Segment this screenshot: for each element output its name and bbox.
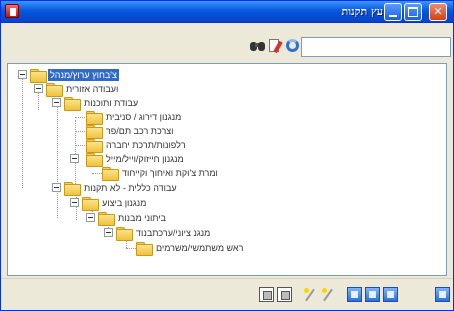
close-icon: ✕ <box>433 5 443 18</box>
properties-icon[interactable] <box>267 37 285 55</box>
tree-node[interactable]: מנגנון חייזוק/וייל/מייל <box>70 153 430 167</box>
window-title: עץ תקנות <box>341 5 383 18</box>
window-new-icon[interactable] <box>365 287 380 302</box>
collapse-toggle[interactable] <box>34 84 43 93</box>
binoculars-icon[interactable] <box>249 37 267 55</box>
close-button[interactable]: ✕ <box>429 3 447 21</box>
tree-node[interactable]: צ'ּבחוץ ערוץ/מנהל <box>18 69 438 83</box>
tree-node[interactable]: מנגנון ביצוע <box>70 197 430 211</box>
collapse-toggle[interactable] <box>104 228 113 237</box>
collapse-toggle[interactable] <box>86 213 95 222</box>
folder-icon <box>86 125 103 139</box>
search-input[interactable] <box>301 37 451 57</box>
tree-node-label: מנגנון ביצוע <box>102 198 147 208</box>
tree-node-label: וצרכת רכב תם/פר <box>106 126 174 136</box>
refresh-icon[interactable] <box>284 37 302 55</box>
folder-icon <box>30 69 47 83</box>
bottom-toolbar <box>1 278 453 310</box>
folder-icon <box>86 153 103 167</box>
tree-node[interactable]: עבודה כללית - לא תקנות <box>52 182 432 196</box>
tree-node-label: עבודת ותוכנות <box>84 98 139 108</box>
tree-node[interactable]: וצרכת רכב תם/פר <box>86 125 426 139</box>
tree-node-label: ראש משתמשי/משרמים <box>156 243 244 253</box>
collapse-toggle[interactable] <box>18 70 27 79</box>
folder-icon <box>64 182 81 196</box>
tree-panel[interactable]: צ'ּבחוץ ערוץ/מנהל ועבודה אזורית עבודת ות… <box>7 63 447 276</box>
tree-node[interactable]: ומרת צ'וקת ואיחוך וקייחוד <box>102 167 422 181</box>
grid-icon[interactable] <box>277 287 292 302</box>
window-exit-icon[interactable] <box>435 287 450 302</box>
tree-node[interactable]: עבודת ותוכנות <box>52 97 432 111</box>
tree-node-label: מנגנ ציוני/ערכתבנוד <box>136 228 211 238</box>
title-bar[interactable]: עץ תקנות ✕ <box>1 1 453 23</box>
folder-icon <box>116 227 133 241</box>
search-toolbar <box>1 23 453 61</box>
minimize-button[interactable] <box>384 3 402 21</box>
tree-node[interactable]: מנגנ ציוני/ערכתבנוד <box>104 227 424 241</box>
collapse-toggle[interactable] <box>52 98 61 107</box>
folder-icon <box>82 197 99 211</box>
folder-icon <box>98 212 115 226</box>
wand-alt-icon[interactable] <box>321 287 336 302</box>
folder-icon <box>64 97 81 111</box>
maximize-button[interactable] <box>404 3 422 21</box>
folder-icon <box>86 111 103 125</box>
window-edit-icon[interactable] <box>383 287 398 302</box>
view-icon[interactable] <box>259 287 274 302</box>
tree-node-label: מנגנון דירוג / סניבית <box>106 112 182 122</box>
folder-icon <box>46 83 63 97</box>
app-icon[interactable] <box>5 4 19 18</box>
collapse-toggle[interactable] <box>70 154 79 163</box>
collapse-toggle[interactable] <box>70 198 79 207</box>
tree-node-label: ומרת צ'וקת ואיחוך וקייחוד <box>122 168 218 178</box>
maximize-icon <box>408 7 418 17</box>
window-blue-icon[interactable] <box>347 287 362 302</box>
tree-node-label: רלפונות/תרכת יחברה <box>106 140 186 150</box>
wand-icon[interactable] <box>303 287 318 302</box>
tree-node[interactable]: ועבודה אזורית <box>34 83 434 97</box>
folder-icon <box>136 242 153 256</box>
folder-icon <box>102 167 119 181</box>
tree-node-label: עבודה כללית - לא תקנות <box>84 183 177 193</box>
tree-node[interactable]: רלפונות/תרכת יחברה <box>86 139 426 153</box>
tree-node-label: מנגנון חייזוק/וייל/מייל <box>106 154 184 164</box>
collapse-toggle[interactable] <box>52 183 61 192</box>
tree-node-label: ועבודה אזורית <box>66 84 119 94</box>
minimize-icon <box>389 15 397 17</box>
tree-node[interactable]: ביתוני מבנות <box>86 212 426 226</box>
tree-node-label: ביתוני מבנות <box>118 213 167 223</box>
tree-node[interactable]: ראש משתמשי/משרמים <box>136 242 426 256</box>
folder-icon <box>86 139 103 153</box>
tree-node[interactable]: מנגנון דירוג / סניבית <box>86 111 426 125</box>
tree-node-label: צ'ּבחוץ ערוץ/מנהל <box>48 69 119 81</box>
app-window: עץ תקנות ✕ צ'ּבחוץ ערוץ/מנהל ועבודה אזור… <box>0 0 454 311</box>
